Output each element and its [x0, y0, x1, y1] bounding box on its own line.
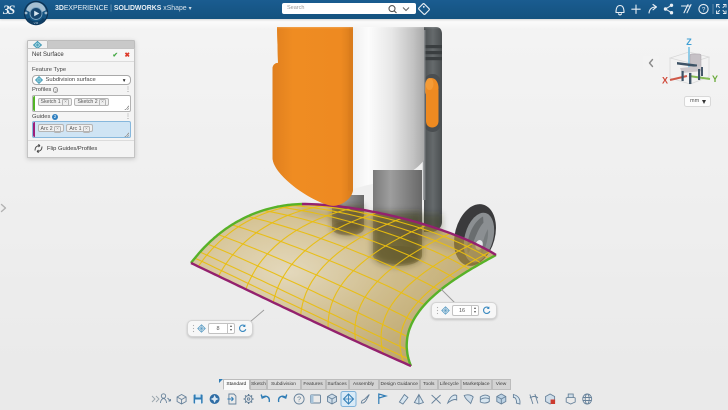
svg-text:Z: Z [686, 37, 692, 47]
svg-text:?: ? [702, 6, 706, 13]
svg-text:?: ? [297, 397, 301, 404]
svg-text:V.R: V.R [34, 21, 40, 25]
svg-text:3S: 3S [2, 2, 15, 17]
svg-text:X: X [662, 76, 668, 86]
svg-text:Y: Y [712, 74, 718, 84]
